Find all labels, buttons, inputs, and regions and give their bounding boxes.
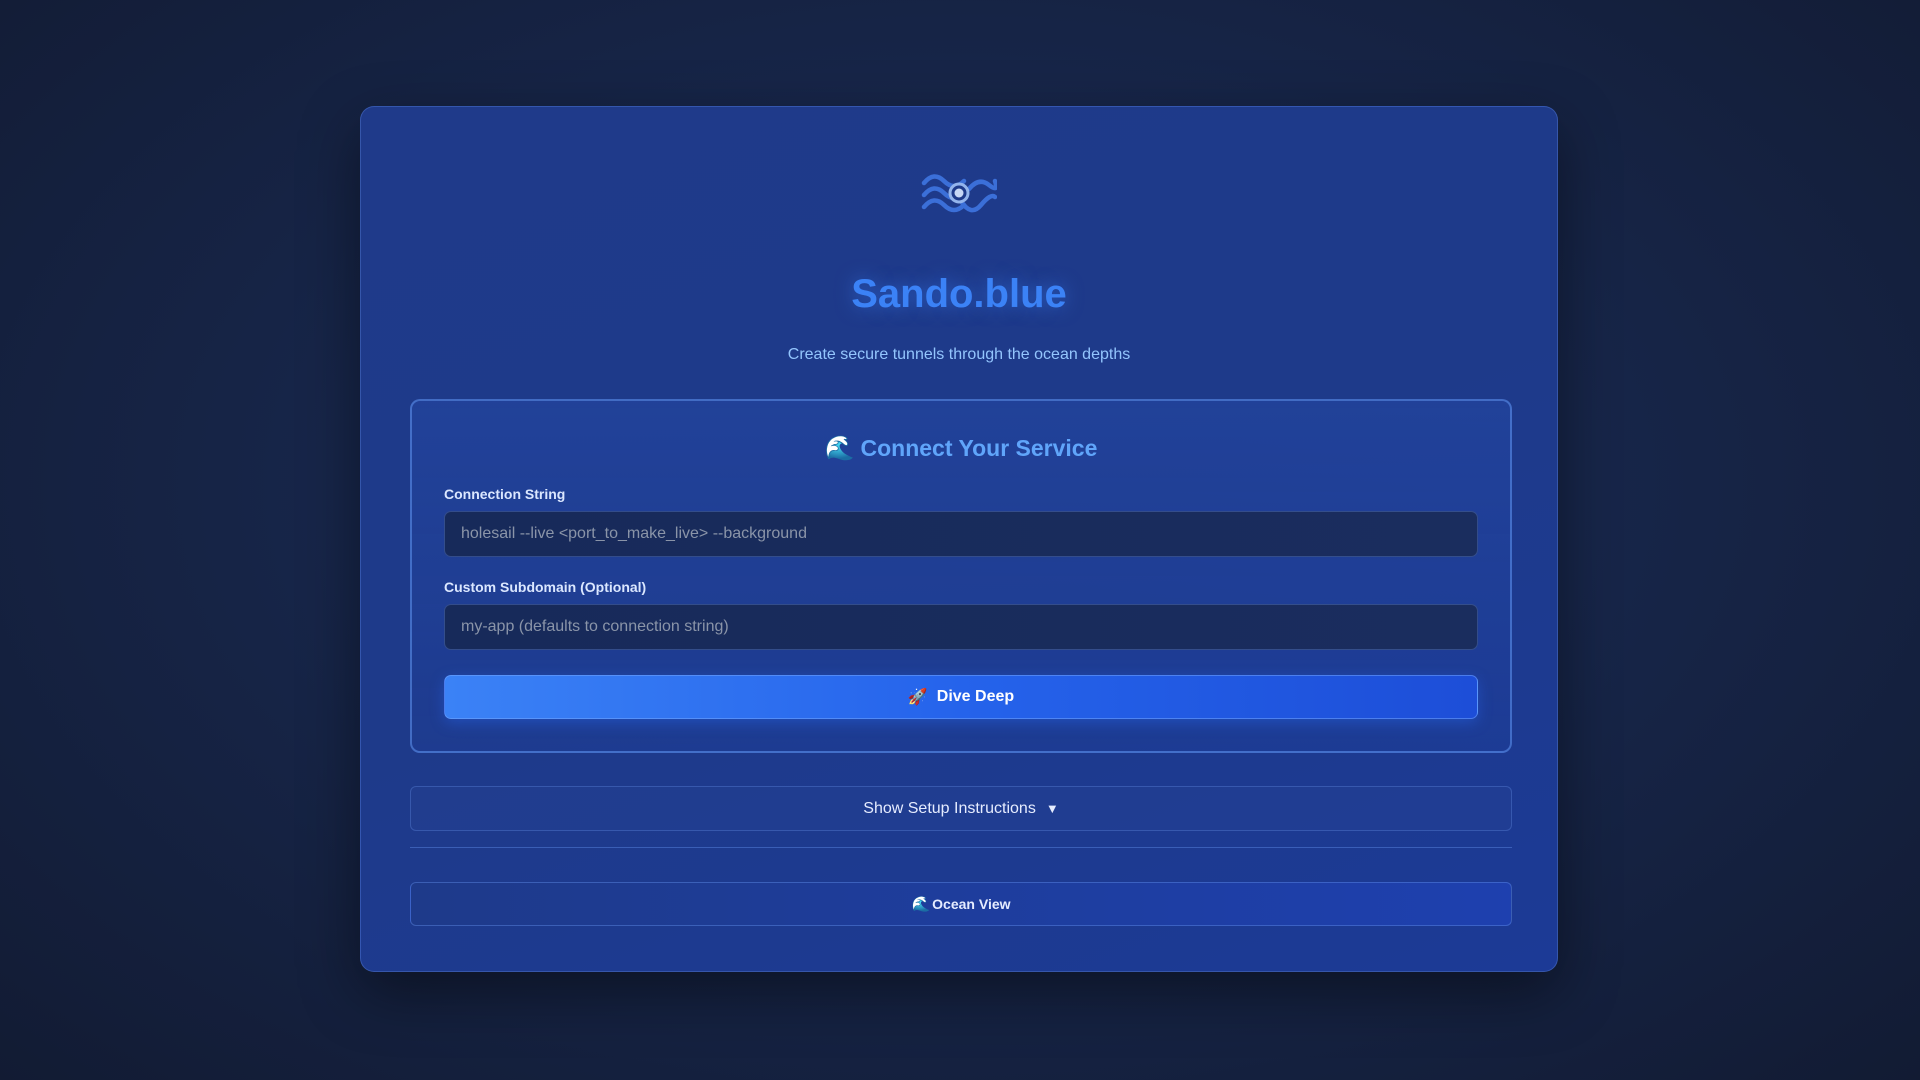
custom-subdomain-input[interactable] <box>444 604 1478 650</box>
connect-service-heading-text: Connect Your Service <box>860 435 1098 461</box>
wave-icon: 🌊 <box>911 896 931 913</box>
main-card: Sando.blue Create secure tunnels through… <box>360 106 1558 972</box>
custom-subdomain-label: Custom Subdomain (Optional) <box>444 579 647 595</box>
triangle-down-icon: ▼ <box>1045 801 1059 816</box>
rocket-icon: 🚀 <box>907 689 928 706</box>
setup-toggle-label: Show Setup Instructions <box>863 799 1036 817</box>
ocean-view-button[interactable]: 🌊 Ocean View <box>410 882 1512 926</box>
connect-service-panel: 🌊 Connect Your Service Connection String … <box>410 399 1512 753</box>
dive-deep-label: Dive Deep <box>936 688 1015 705</box>
connection-string-input[interactable] <box>444 511 1478 557</box>
wave-icon: 🌊 <box>824 435 855 462</box>
show-setup-instructions-button[interactable]: Show Setup Instructions ▼ <box>410 786 1512 831</box>
page-subtitle: Create secure tunnels through the ocean … <box>787 346 1131 363</box>
connect-service-heading: 🌊 Connect Your Service <box>412 433 1510 464</box>
dive-deep-button[interactable]: 🚀 Dive Deep <box>444 675 1478 719</box>
page-title: Sando.blue <box>851 272 1067 316</box>
connection-string-label: Connection String <box>444 486 566 502</box>
ocean-view-label: Ocean View <box>932 896 1011 912</box>
divider <box>410 847 1512 848</box>
waves-eye-icon <box>921 174 997 213</box>
